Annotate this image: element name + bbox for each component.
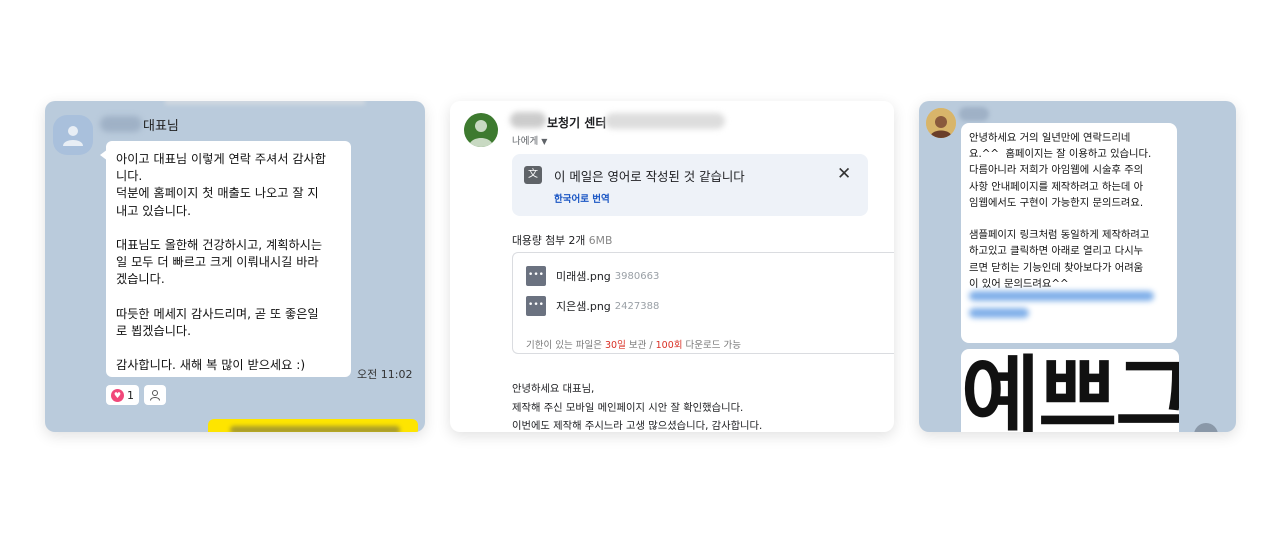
attachment-file-2[interactable]: ••• 지은샘.png 2427388 bbox=[526, 296, 659, 316]
blurred-sender-name bbox=[100, 116, 142, 132]
heart-icon: ♥ bbox=[111, 388, 124, 402]
attachments-title: 대용량 첨부 2개 bbox=[512, 234, 586, 247]
file-icon: ••• bbox=[526, 266, 546, 286]
blurred-sender-name bbox=[959, 107, 989, 121]
blurred-top-message bbox=[165, 101, 365, 105]
blurred-link-continued[interactable] bbox=[969, 308, 1029, 318]
blurred-sender-email bbox=[605, 113, 725, 129]
recipient-dropdown[interactable]: 나에게 ▼ bbox=[512, 133, 547, 147]
reaction-bar: ♥ 1 bbox=[106, 385, 166, 405]
kakao-chat-panel-2: 안녕하세요 거의 일년만에 연락드리네 요.^^ 홈페이지는 잘 이용하고 있습… bbox=[919, 101, 1236, 432]
image-message[interactable]: 예쁘그 bbox=[961, 349, 1179, 432]
person-icon[interactable] bbox=[53, 115, 93, 155]
expire-notice: 기한이 있는 파일은 30일 보관 / 100회 다운로드 가능 bbox=[526, 337, 741, 351]
attachments-size: 6MB bbox=[588, 234, 613, 247]
attachments-header: 대용량 첨부 2개 6MB bbox=[512, 232, 612, 248]
expire-prefix: 기한이 있는 파일은 bbox=[526, 340, 602, 351]
expire-mid: 보관 / bbox=[628, 340, 653, 351]
file-size: 3980663 bbox=[614, 270, 660, 282]
kakao-chat-panel-1: 대표님 아이고 대표님 이렇게 연락 주셔서 감사합 니다. 덕분에 홈페이지 … bbox=[45, 101, 425, 432]
expire-days: 30일 bbox=[605, 340, 626, 351]
scroll-down-button[interactable] bbox=[1194, 423, 1218, 432]
email-panel: 보청기 센터 나에게 ▼ 文 이 메일은 영어로 작성된 것 같습니다 한국어로… bbox=[450, 101, 894, 432]
attachments-box: ••• 미래샘.png 3980663 ••• 지은샘.png 2427388 … bbox=[512, 252, 894, 354]
attachment-file-1[interactable]: ••• 미래샘.png 3980663 bbox=[526, 266, 659, 286]
blurred-my-message bbox=[230, 426, 400, 432]
file-icon: ••• bbox=[526, 296, 546, 316]
expire-count: 100회 bbox=[655, 340, 683, 351]
heart-reaction[interactable]: ♥ 1 bbox=[106, 385, 139, 405]
close-icon[interactable]: ✕ bbox=[837, 164, 851, 184]
chevron-down-icon: ▼ bbox=[541, 137, 548, 146]
reaction-users-button[interactable] bbox=[144, 385, 166, 405]
image-text: 예쁘그 bbox=[961, 349, 1179, 432]
sender-name: 대표님 bbox=[143, 119, 179, 134]
message-text: 안녕하세요 거의 일년만에 연락드리네 요.^^ 홈페이지는 잘 이용하고 있습… bbox=[969, 132, 1152, 290]
sender-avatar[interactable] bbox=[926, 108, 956, 138]
person-icon bbox=[150, 390, 160, 401]
blurred-sender-prefix bbox=[510, 112, 546, 128]
translate-message: 이 메일은 영어로 작성된 것 같습니다 bbox=[554, 169, 745, 184]
file-size: 2427388 bbox=[614, 300, 660, 312]
translate-icon: 文 bbox=[524, 166, 542, 184]
email-body: 안녕하세요 대표님, 제작해 주신 모바일 메인페이지 시안 잘 확인했습니다.… bbox=[512, 383, 763, 432]
file-name: 지은샘.png bbox=[556, 300, 611, 313]
expire-suffix: 다운로드 가능 bbox=[685, 340, 741, 351]
translate-link[interactable]: 한국어로 번역 bbox=[554, 191, 610, 205]
message-text: 아이고 대표님 이렇게 연락 주셔서 감사합 니다. 덕분에 홈페이지 첫 매출… bbox=[116, 152, 326, 373]
sender-avatar bbox=[464, 113, 498, 147]
translate-banner: 文 이 메일은 영어로 작성된 것 같습니다 한국어로 번역 ✕ bbox=[512, 154, 868, 216]
message-time: 오전 11:02 bbox=[357, 368, 413, 381]
reaction-count: 1 bbox=[127, 388, 134, 402]
blurred-link[interactable] bbox=[969, 291, 1154, 301]
message-bubble[interactable]: 아이고 대표님 이렇게 연락 주셔서 감사합 니다. 덕분에 홈페이지 첫 매출… bbox=[100, 141, 351, 377]
recipient-label: 나에게 bbox=[512, 136, 539, 147]
sender-name: 보청기 센터 bbox=[547, 116, 607, 130]
file-name: 미래샘.png bbox=[556, 270, 611, 283]
